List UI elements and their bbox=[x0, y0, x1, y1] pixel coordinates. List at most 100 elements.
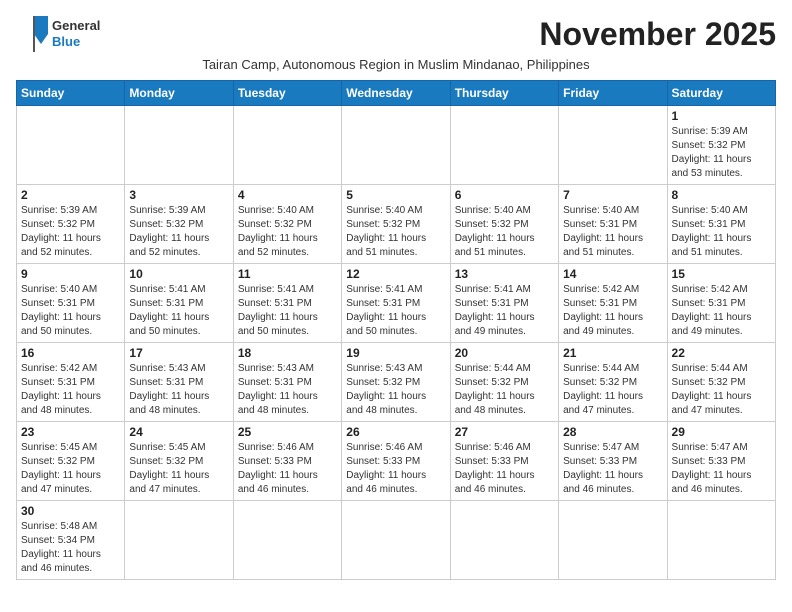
calendar-cell bbox=[342, 106, 450, 185]
calendar-cell: 25Sunrise: 5:46 AM Sunset: 5:33 PM Dayli… bbox=[233, 422, 341, 501]
day-number: 6 bbox=[455, 188, 554, 202]
logo: GeneralBlue bbox=[16, 16, 100, 52]
calendar-week-row: 1 Sunrise: 5:39 AM Sunset: 5:32 PM Daylig… bbox=[17, 106, 776, 185]
day-info: Sunrise: 5:40 AM Sunset: 5:32 PM Dayligh… bbox=[455, 204, 554, 260]
calendar-header-thursday: Thursday bbox=[450, 81, 558, 106]
calendar-cell bbox=[233, 106, 341, 185]
calendar-cell: 5Sunrise: 5:40 AM Sunset: 5:32 PM Daylig… bbox=[342, 185, 450, 264]
day-info: Sunrise: 5:47 AM Sunset: 5:33 PM Dayligh… bbox=[672, 441, 771, 497]
day-number: 29 bbox=[672, 425, 771, 439]
calendar-cell: 1 Sunrise: 5:39 AM Sunset: 5:32 PM Daylig… bbox=[667, 106, 775, 185]
calendar-cell: 8 Sunrise: 5:40 AM Sunset: 5:31 PM Daylig… bbox=[667, 185, 775, 264]
day-info: Sunrise: 5:40 AM Sunset: 5:31 PM Dayligh… bbox=[672, 204, 771, 260]
calendar-cell: 15Sunrise: 5:42 AM Sunset: 5:31 PM Dayli… bbox=[667, 264, 775, 343]
day-info: Sunrise: 5:47 AM Sunset: 5:33 PM Dayligh… bbox=[563, 441, 662, 497]
calendar-cell bbox=[559, 501, 667, 580]
calendar-cell bbox=[125, 106, 233, 185]
day-info: Sunrise: 5:41 AM Sunset: 5:31 PM Dayligh… bbox=[129, 283, 228, 339]
calendar-cell: 9Sunrise: 5:40 AM Sunset: 5:31 PM Daylig… bbox=[17, 264, 125, 343]
calendar-header-sunday: Sunday bbox=[17, 81, 125, 106]
calendar-cell: 2 Sunrise: 5:39 AM Sunset: 5:32 PM Daylig… bbox=[17, 185, 125, 264]
calendar-cell: 23 Sunrise: 5:45 AM Sunset: 5:32 PM Dayli… bbox=[17, 422, 125, 501]
calendar-week-row: 23 Sunrise: 5:45 AM Sunset: 5:32 PM Dayli… bbox=[17, 422, 776, 501]
day-number: 8 bbox=[672, 188, 771, 202]
day-info: Sunrise: 5:44 AM Sunset: 5:32 PM Dayligh… bbox=[672, 362, 771, 418]
day-number: 1 bbox=[672, 109, 771, 123]
day-info: Sunrise: 5:43 AM Sunset: 5:31 PM Dayligh… bbox=[238, 362, 337, 418]
day-info: Sunrise: 5:39 AM Sunset: 5:32 PM Dayligh… bbox=[21, 204, 120, 260]
calendar-header-wednesday: Wednesday bbox=[342, 81, 450, 106]
calendar-header-row: SundayMondayTuesdayWednesdayThursdayFrid… bbox=[17, 81, 776, 106]
day-info: Sunrise: 5:46 AM Sunset: 5:33 PM Dayligh… bbox=[346, 441, 445, 497]
calendar-cell: 14Sunrise: 5:42 AM Sunset: 5:31 PM Dayli… bbox=[559, 264, 667, 343]
calendar-cell bbox=[17, 106, 125, 185]
day-info: Sunrise: 5:41 AM Sunset: 5:31 PM Dayligh… bbox=[346, 283, 445, 339]
calendar-cell: 30 Sunrise: 5:48 AM Sunset: 5:34 PM Dayli… bbox=[17, 501, 125, 580]
day-info: Sunrise: 5:41 AM Sunset: 5:31 PM Dayligh… bbox=[455, 283, 554, 339]
calendar-cell: 7 Sunrise: 5:40 AM Sunset: 5:31 PM Daylig… bbox=[559, 185, 667, 264]
calendar-cell: 3Sunrise: 5:39 AM Sunset: 5:32 PM Daylig… bbox=[125, 185, 233, 264]
calendar-cell: 13Sunrise: 5:41 AM Sunset: 5:31 PM Dayli… bbox=[450, 264, 558, 343]
calendar-cell bbox=[450, 501, 558, 580]
calendar-cell bbox=[559, 106, 667, 185]
day-info: Sunrise: 5:48 AM Sunset: 5:34 PM Dayligh… bbox=[21, 520, 120, 576]
day-number: 19 bbox=[346, 346, 445, 360]
calendar-cell: 18 Sunrise: 5:43 AM Sunset: 5:31 PM Dayli… bbox=[233, 343, 341, 422]
month-title: November 2025 bbox=[539, 16, 776, 53]
title-block: November 2025 bbox=[539, 16, 776, 53]
calendar-cell: 6 Sunrise: 5:40 AM Sunset: 5:32 PM Daylig… bbox=[450, 185, 558, 264]
day-info: Sunrise: 5:40 AM Sunset: 5:31 PM Dayligh… bbox=[563, 204, 662, 260]
calendar-cell: 24Sunrise: 5:45 AM Sunset: 5:32 PM Dayli… bbox=[125, 422, 233, 501]
calendar-cell bbox=[342, 501, 450, 580]
day-number: 4 bbox=[238, 188, 337, 202]
day-info: Sunrise: 5:42 AM Sunset: 5:31 PM Dayligh… bbox=[563, 283, 662, 339]
day-number: 11 bbox=[238, 267, 337, 281]
calendar-week-row: 16Sunrise: 5:42 AM Sunset: 5:31 PM Dayli… bbox=[17, 343, 776, 422]
day-info: Sunrise: 5:40 AM Sunset: 5:31 PM Dayligh… bbox=[21, 283, 120, 339]
day-number: 28 bbox=[563, 425, 662, 439]
day-info: Sunrise: 5:46 AM Sunset: 5:33 PM Dayligh… bbox=[238, 441, 337, 497]
calendar-cell: 20Sunrise: 5:44 AM Sunset: 5:32 PM Dayli… bbox=[450, 343, 558, 422]
calendar-cell: 26 Sunrise: 5:46 AM Sunset: 5:33 PM Dayli… bbox=[342, 422, 450, 501]
calendar-cell: 12Sunrise: 5:41 AM Sunset: 5:31 PM Dayli… bbox=[342, 264, 450, 343]
calendar-header-tuesday: Tuesday bbox=[233, 81, 341, 106]
day-info: Sunrise: 5:39 AM Sunset: 5:32 PM Dayligh… bbox=[672, 125, 771, 181]
calendar-cell: 27 Sunrise: 5:46 AM Sunset: 5:33 PM Dayli… bbox=[450, 422, 558, 501]
day-number: 5 bbox=[346, 188, 445, 202]
calendar-cell: 16Sunrise: 5:42 AM Sunset: 5:31 PM Dayli… bbox=[17, 343, 125, 422]
calendar-cell bbox=[667, 501, 775, 580]
calendar-cell: 28 Sunrise: 5:47 AM Sunset: 5:33 PM Dayli… bbox=[559, 422, 667, 501]
day-info: Sunrise: 5:40 AM Sunset: 5:32 PM Dayligh… bbox=[238, 204, 337, 260]
calendar-cell: 4 Sunrise: 5:40 AM Sunset: 5:32 PM Daylig… bbox=[233, 185, 341, 264]
calendar-cell bbox=[233, 501, 341, 580]
day-info: Sunrise: 5:46 AM Sunset: 5:33 PM Dayligh… bbox=[455, 441, 554, 497]
calendar-cell: 19 Sunrise: 5:43 AM Sunset: 5:32 PM Dayli… bbox=[342, 343, 450, 422]
day-info: Sunrise: 5:44 AM Sunset: 5:32 PM Dayligh… bbox=[455, 362, 554, 418]
day-number: 15 bbox=[672, 267, 771, 281]
day-number: 27 bbox=[455, 425, 554, 439]
day-number: 2 bbox=[21, 188, 120, 202]
calendar-header-monday: Monday bbox=[125, 81, 233, 106]
calendar-cell: 22 Sunrise: 5:44 AM Sunset: 5:32 PM Dayli… bbox=[667, 343, 775, 422]
day-info: Sunrise: 5:43 AM Sunset: 5:32 PM Dayligh… bbox=[346, 362, 445, 418]
calendar-cell bbox=[450, 106, 558, 185]
calendar-week-row: 2 Sunrise: 5:39 AM Sunset: 5:32 PM Daylig… bbox=[17, 185, 776, 264]
calendar-cell bbox=[125, 501, 233, 580]
calendar-cell: 10Sunrise: 5:41 AM Sunset: 5:31 PM Dayli… bbox=[125, 264, 233, 343]
calendar-header-saturday: Saturday bbox=[667, 81, 775, 106]
calendar-cell: 21Sunrise: 5:44 AM Sunset: 5:32 PM Dayli… bbox=[559, 343, 667, 422]
day-number: 30 bbox=[21, 504, 120, 518]
day-number: 23 bbox=[21, 425, 120, 439]
day-number: 17 bbox=[129, 346, 228, 360]
day-info: Sunrise: 5:39 AM Sunset: 5:32 PM Dayligh… bbox=[129, 204, 228, 260]
day-info: Sunrise: 5:41 AM Sunset: 5:31 PM Dayligh… bbox=[238, 283, 337, 339]
day-number: 7 bbox=[563, 188, 662, 202]
day-number: 22 bbox=[672, 346, 771, 360]
calendar-header-friday: Friday bbox=[559, 81, 667, 106]
day-number: 18 bbox=[238, 346, 337, 360]
day-info: Sunrise: 5:43 AM Sunset: 5:31 PM Dayligh… bbox=[129, 362, 228, 418]
calendar-table: SundayMondayTuesdayWednesdayThursdayFrid… bbox=[16, 80, 776, 580]
day-number: 26 bbox=[346, 425, 445, 439]
day-info: Sunrise: 5:45 AM Sunset: 5:32 PM Dayligh… bbox=[21, 441, 120, 497]
day-number: 24 bbox=[129, 425, 228, 439]
